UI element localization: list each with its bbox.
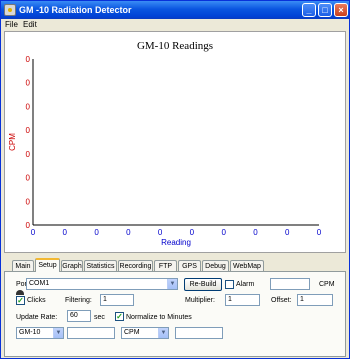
minimize-button[interactable]: _ [302,3,316,17]
chart-title: GM-10 Readings [137,40,213,52]
y-tick-label: 0 [26,174,31,183]
x-tick-label: 0 [63,228,68,237]
multiplier-input[interactable]: 1 [225,294,260,306]
y-tick-label: 0 [26,150,31,159]
port-select[interactable]: COM1 ▼ [26,278,178,290]
chevron-down-icon[interactable]: ▼ [158,328,168,338]
x-tick-label: 0 [221,228,226,237]
alarm-input[interactable] [270,278,310,290]
close-button[interactable]: × [334,3,348,17]
x-axis-label: Reading [161,238,191,247]
multiplier-label: Multiplier: [185,297,215,304]
filtering-label: Filtering: [65,297,92,304]
clicks-label: Clicks [27,297,46,304]
y-tick-label: 0 [26,55,31,64]
device-text-input[interactable] [67,327,115,339]
y-tick-label: 0 [26,102,31,111]
readings-chart: GM-10 Readings000000000 0 0 0 0 0 0 0 0 0ReadingC… [8,40,322,247]
rebuild-button[interactable]: Re-Build [184,278,222,291]
x-tick-label: 0 [285,228,290,237]
chevron-down-icon[interactable]: ▼ [53,328,63,338]
title-bar[interactable]: GM -10 Radiation Detector _ □ × [1,1,349,19]
tab-setup[interactable]: Setup [35,258,60,272]
x-tick-label: 0 [94,228,99,237]
app-icon [4,4,16,16]
menu-bar: File Edit [1,19,349,31]
setup-panel: Port: COM1 ▼ Re-Build Alarm CPM ✓ Clicks… [4,271,346,357]
x-tick-label: 0 [317,228,322,237]
offset-input[interactable]: 1 [297,294,333,306]
filtering-input[interactable]: 1 [100,294,134,306]
menu-file[interactable]: File [5,20,18,29]
chart-panel: GM-10 Readings 0 0 0 0 0 0 0 0 0 0 0 0 0 0 0 0 0 0 Reading C… [4,31,346,253]
y-tick-label: 0 [26,79,31,88]
sec-label: sec [94,314,105,321]
menu-edit[interactable]: Edit [23,20,37,29]
offset-label: Offset: [271,297,292,304]
update-rate-input[interactable]: 60 [67,310,91,322]
alarm-checkbox[interactable] [225,280,234,289]
device-select[interactable]: GM-10 ▼ [16,327,64,339]
update-rate-label: Update Rate: [16,314,58,321]
device-value: GM-10 [19,329,41,336]
unit-select[interactable]: CPM ▼ [121,327,169,339]
x-tick-label: 0 [190,228,195,237]
x-tick-label: 0 [126,228,131,237]
x-tick-label: 0 [253,228,258,237]
alarm-label: Alarm [236,281,255,288]
speaker-icon [16,290,24,295]
y-tick-label: 0 [26,126,31,135]
normalize-checkbox[interactable]: ✓ [115,312,124,321]
x-tick-label: 0 [31,228,36,237]
maximize-button[interactable]: □ [318,3,332,17]
window-title: GM -10 Radiation Detector [19,5,132,15]
port-value: COM1 [29,280,50,287]
y-tick-label: 0 [26,197,31,206]
x-tick-label: 0 [158,228,163,237]
normalize-label: Normalize to Minutes [126,314,192,321]
y-axis-label: CPM [8,133,17,151]
unit-value: CPM [124,329,140,336]
cpm-unit-label: CPM [319,281,335,288]
clicks-checkbox[interactable]: ✓ [16,296,25,305]
unit-text-input[interactable] [175,327,223,339]
app-window: GM -10 Radiation Detector _ □ × File Edi… [0,0,350,359]
chevron-down-icon[interactable]: ▼ [167,279,177,289]
